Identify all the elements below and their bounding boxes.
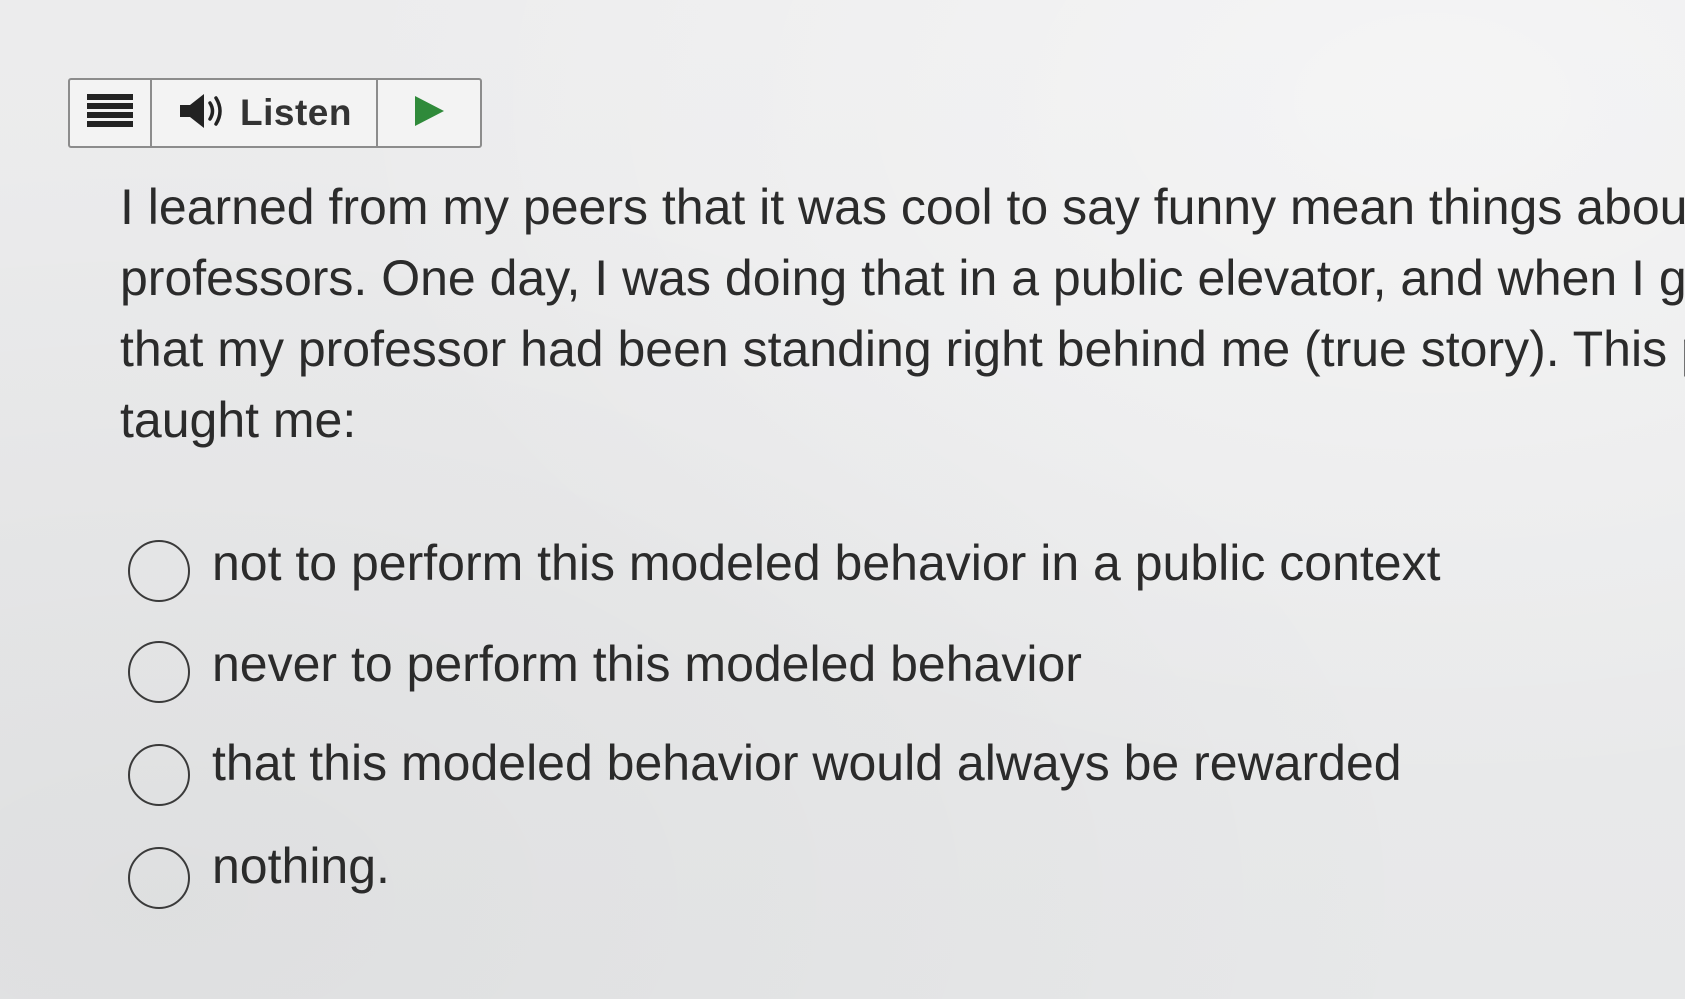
listen-button[interactable]: Listen: [152, 80, 378, 146]
question-line: taught me:: [120, 392, 357, 448]
answer-option[interactable]: not to perform this modeled behavior in …: [128, 535, 1440, 602]
answer-option-label: never to perform this modeled behavior: [212, 636, 1082, 692]
question-line: that my professor had been standing righ…: [120, 321, 1685, 377]
question-line: professors. One day, I was doing that in…: [120, 250, 1685, 306]
play-button[interactable]: [378, 80, 480, 146]
radio-button[interactable]: [128, 847, 190, 909]
question-line: I learned from my peers that it was cool…: [120, 179, 1685, 235]
speaker-icon: [178, 91, 228, 136]
answer-option-label: that this modeled behavior would always …: [212, 735, 1402, 791]
menu-button[interactable]: [70, 80, 152, 146]
answer-option-label: nothing.: [212, 838, 390, 894]
answer-option-label: not to perform this modeled behavior in …: [212, 535, 1441, 591]
radio-button[interactable]: [128, 540, 190, 602]
listen-toolbar: Listen: [68, 78, 482, 148]
answer-option[interactable]: nothing.: [128, 838, 390, 909]
radio-button[interactable]: [128, 744, 190, 806]
listen-label: Listen: [240, 92, 352, 133]
answer-option[interactable]: never to perform this modeled behavior: [128, 636, 1082, 703]
question-text: I learned from my peers that it was cool…: [120, 172, 1685, 456]
hamburger-menu-icon: [87, 93, 133, 134]
radio-button[interactable]: [128, 641, 190, 703]
play-icon: [412, 94, 446, 133]
answer-option[interactable]: that this modeled behavior would always …: [128, 735, 1402, 806]
